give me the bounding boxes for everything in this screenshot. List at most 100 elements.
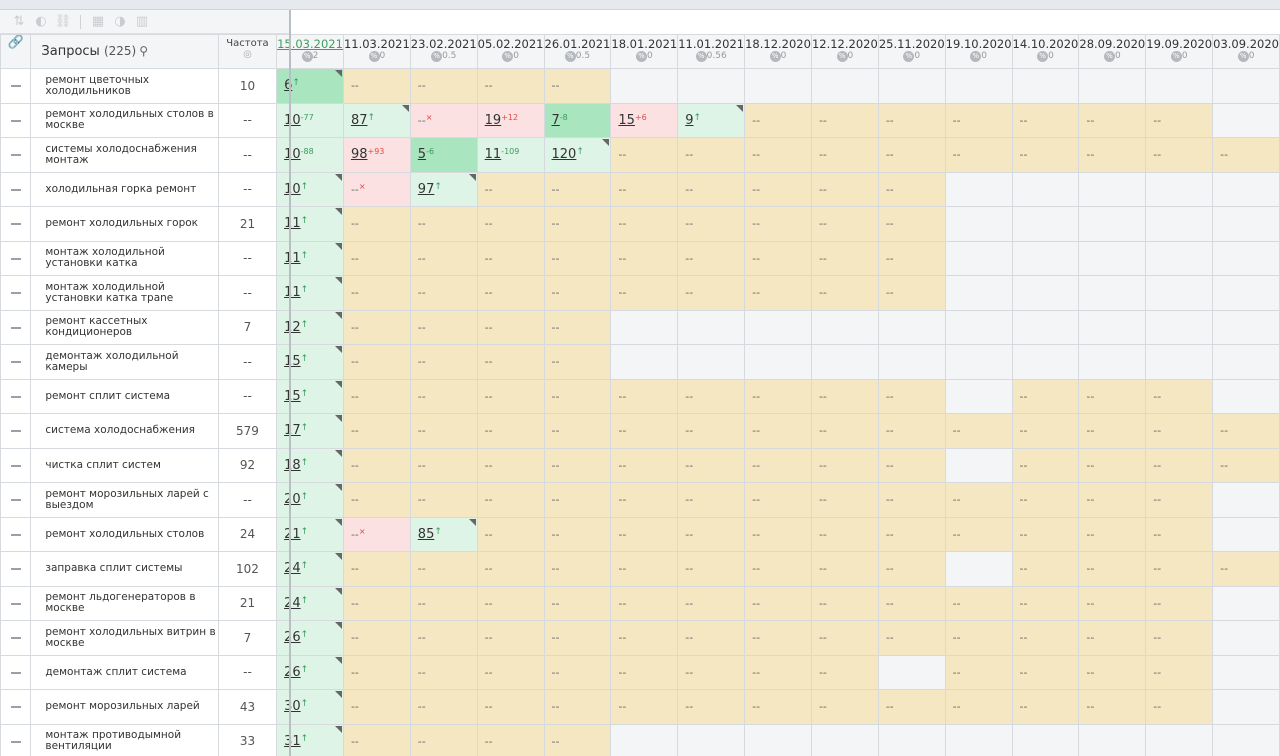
position-value[interactable]: -- [819,597,827,610]
row-link-toggle[interactable] [0,275,32,311]
position-cell[interactable]: -- [476,447,545,483]
position-value[interactable]: -- [886,631,894,644]
grid-icon[interactable]: ▦ [87,13,109,31]
position-cell[interactable]: -- [610,240,679,276]
position-cell[interactable]: -- [409,68,478,104]
position-value[interactable]: -- [953,148,961,161]
position-cell[interactable]: 6↑ [276,68,344,104]
position-value[interactable]: -- [618,700,626,713]
position-value[interactable]: -- [618,217,626,230]
position-value[interactable]: -- [953,424,961,437]
position-value[interactable]: -- [685,148,693,161]
position-cell[interactable]: -- [409,482,478,518]
position-value[interactable]: -- [1020,148,1028,161]
position-cell[interactable]: -- [610,585,679,621]
position-cell[interactable]: 10-77 [276,102,344,138]
position-cell[interactable]: -- [543,378,612,414]
date-column-header[interactable]: 18.12.2020% 0 [744,34,812,69]
position-cell[interactable]: -- [543,551,612,587]
position-cell[interactable]: -- [944,102,1013,138]
position-cell[interactable]: 5-6 [409,137,478,173]
position-cell[interactable]: -- [476,689,545,725]
position-value[interactable]: -- [1153,148,1161,161]
position-value[interactable]: -- [685,528,693,541]
position-cell[interactable]: -- [1078,137,1147,173]
query-cell[interactable]: ремонт холодильных витрин в москве [30,620,219,656]
position-value[interactable]: -- [752,493,760,506]
row-link-toggle[interactable] [0,206,32,242]
position-value[interactable]: -- [752,459,760,472]
position-cell[interactable]: -- [810,240,879,276]
position-cell[interactable]: -- [944,413,1013,449]
row-link-toggle[interactable] [0,551,32,587]
position-cell[interactable]: 30↑ [276,689,344,725]
position-value[interactable]: -- [418,735,426,748]
position-value[interactable]: 85 [418,527,435,542]
position-value[interactable]: -- [886,700,894,713]
position-value[interactable]: -- [351,286,359,299]
position-cell[interactable]: -- [1078,378,1147,414]
row-link-toggle[interactable] [0,447,32,483]
position-value[interactable]: 11 [284,251,301,266]
position-value[interactable]: -- [685,390,693,403]
position-value[interactable]: -- [351,562,359,575]
position-value[interactable]: -- [552,217,560,230]
position-cell[interactable]: 15↑ [276,344,344,380]
position-value[interactable]: -- [819,459,827,472]
position-cell[interactable]: -- [1212,551,1280,587]
position-cell[interactable]: -- [543,482,612,518]
row-link-toggle[interactable] [0,654,32,690]
position-value[interactable]: -- [1086,424,1094,437]
row-link-toggle[interactable] [0,309,32,345]
position-value[interactable]: -- [685,424,693,437]
date-column-header[interactable]: 25.11.2020% 0 [877,34,946,69]
date-label[interactable]: 26.01.2021 [545,37,610,51]
position-value[interactable]: -- [1220,148,1228,161]
position-cell[interactable]: -- [744,654,812,690]
position-cell[interactable]: -- [342,689,411,725]
position-value[interactable]: -- [552,631,560,644]
position-value[interactable]: -- [1153,562,1161,575]
position-value[interactable]: -- [1020,528,1028,541]
position-cell[interactable]: -- [543,344,612,380]
position-cell[interactable]: -- [1078,482,1147,518]
position-cell[interactable]: -- [476,551,545,587]
position-value[interactable]: -- [1086,493,1094,506]
position-cell[interactable]: 11-109 [476,137,545,173]
position-value[interactable]: -- [418,562,426,575]
position-cell[interactable]: 21↑ [276,516,344,552]
position-cell[interactable]: -- [342,620,411,656]
row-link-toggle[interactable] [0,240,32,276]
date-label[interactable]: 14.10.2020 [1013,37,1078,51]
position-cell[interactable]: 98+93 [342,137,411,173]
position-value[interactable]: -- [351,631,359,644]
position-value[interactable]: -- [752,562,760,575]
position-value[interactable]: 10 [284,147,301,162]
position-cell[interactable]: 24↑ [276,551,344,587]
position-cell[interactable]: -- [810,102,879,138]
row-link-toggle[interactable] [0,585,32,621]
position-value[interactable]: 10 [284,182,301,197]
position-value[interactable]: -- [752,114,760,127]
position-value[interactable]: 87 [351,113,368,128]
position-cell[interactable]: -- [877,447,946,483]
position-value[interactable]: -- [351,666,359,679]
position-cell[interactable]: -- [677,171,746,207]
position-value[interactable]: -- [418,700,426,713]
row-link-toggle[interactable] [0,723,32,756]
position-cell[interactable]: -- [877,689,946,725]
position-value[interactable]: -- [351,493,359,506]
position-value[interactable]: -- [886,183,894,196]
position-cell[interactable]: -- [476,585,545,621]
date-label[interactable]: 18.12.2020 [746,37,811,51]
position-value[interactable]: -- [1153,700,1161,713]
position-value[interactable]: -- [485,700,493,713]
position-value[interactable]: 97 [418,182,435,197]
position-cell[interactable]: -- [409,585,478,621]
position-value[interactable]: -- [552,321,560,334]
position-value[interactable]: -- [953,114,961,127]
position-cell[interactable]: -- [409,275,478,311]
position-value[interactable]: 12 [284,320,301,335]
position-value[interactable]: -- [485,562,493,575]
position-value[interactable]: -- [552,597,560,610]
